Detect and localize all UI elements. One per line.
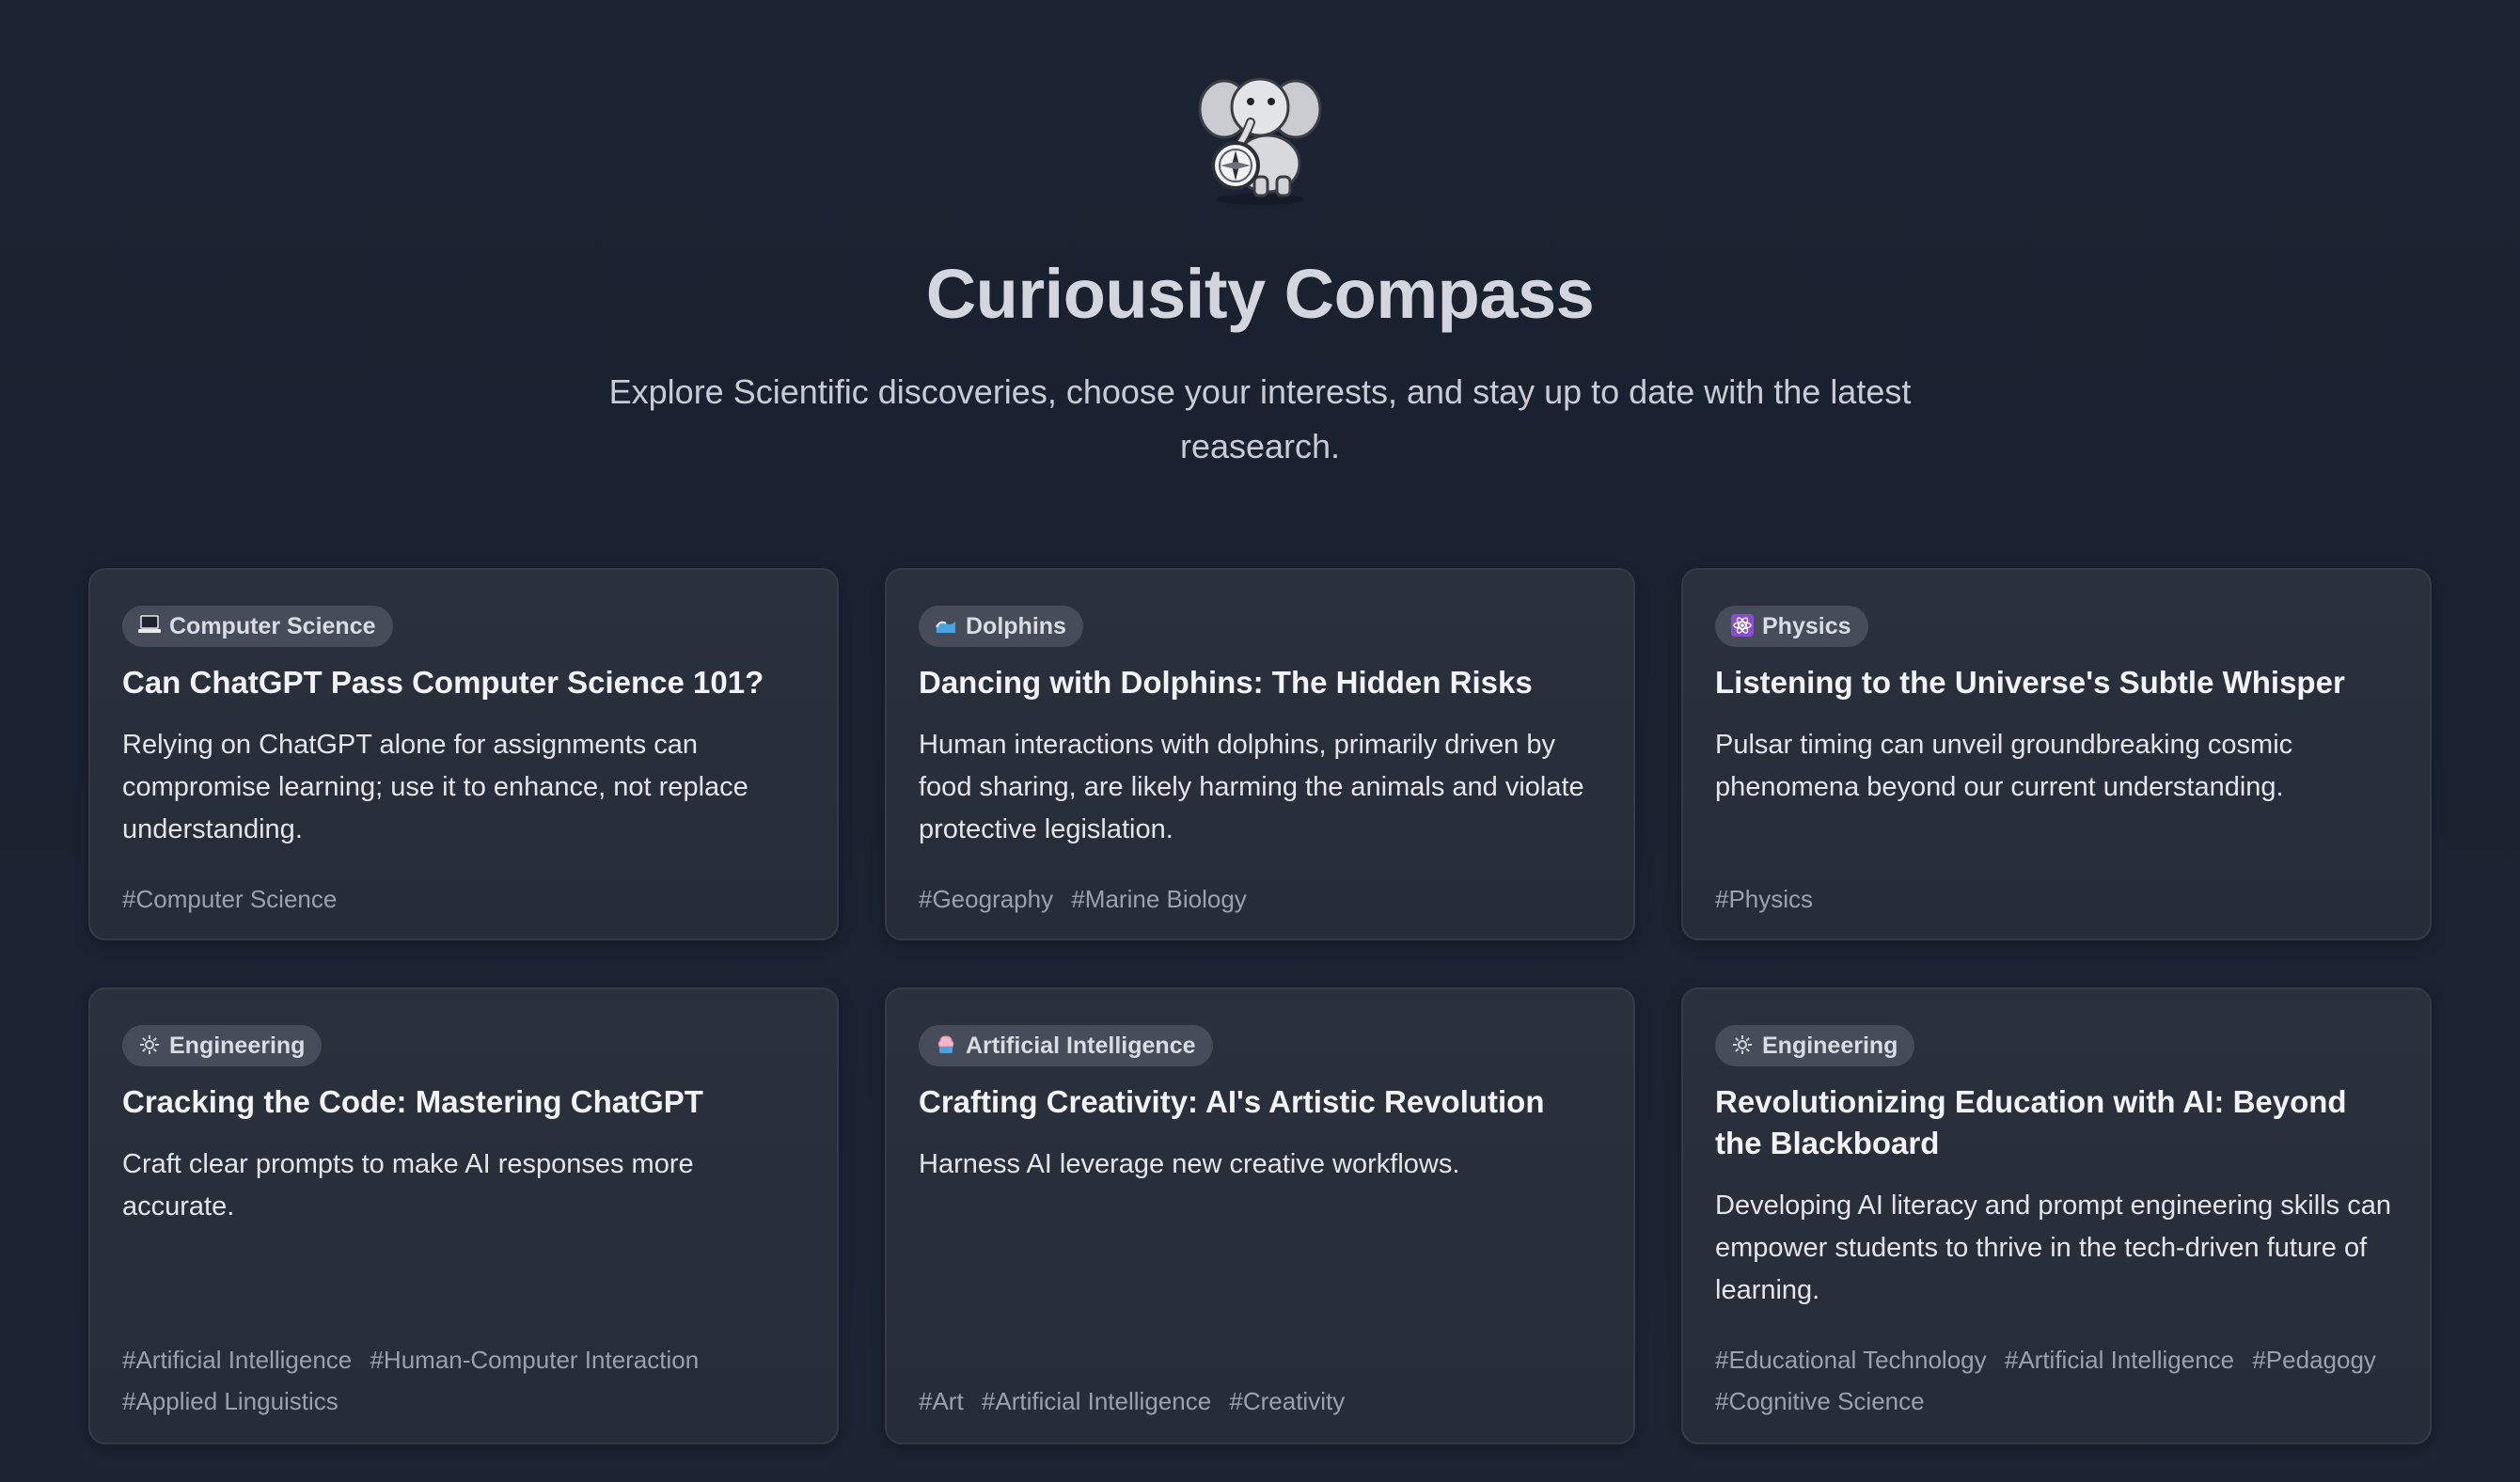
category-badge[interactable]: Physics [1715,606,1868,647]
tag[interactable]: #Applied Linguistics [122,1387,339,1415]
category-badge[interactable]: Dolphins [919,606,1083,647]
tag[interactable]: #Artificial Intelligence [982,1387,1211,1415]
card-title[interactable]: Dancing with Dolphins: The Hidden Risks [919,662,1605,703]
card-title[interactable]: Revolutionizing Education with AI: Beyon… [1715,1081,2402,1164]
card-title[interactable]: Can ChatGPT Pass Computer Science 101? [122,662,809,703]
card-description: Harness AI leverage new creative workflo… [919,1149,1460,1179]
laptop-icon [137,614,162,639]
gear-icon [1730,1033,1755,1058]
card-description: Human interactions with dolphins, primar… [919,730,1584,844]
page-title: Curiousity Compass [925,255,1595,333]
article-card[interactable]: Artificial Intelligence Crafting Creativ… [885,987,1635,1444]
wave-icon [934,614,958,639]
tag-list: #Artificial Intelligence #Human-Computer… [122,1339,809,1422]
tag[interactable]: #Art [919,1387,964,1415]
elephant-compass-icon [1185,60,1335,211]
card-description: Pulsar timing can unveil groundbreaking … [1715,730,2293,802]
category-label: Artificial Intelligence [966,1032,1196,1059]
article-card[interactable]: Dolphins Dancing with Dolphins: The Hidd… [885,568,1635,940]
tag-list: #Art #Artificial Intelligence #Creativit… [919,1380,1605,1422]
tag[interactable]: #Cognitive Science [1715,1387,1925,1415]
page-subtitle: Explore Scientific discoveries, choose y… [608,372,1912,465]
card-title[interactable]: Crafting Creativity: AI's Artistic Revol… [919,1081,1605,1123]
tag[interactable]: #Marine Biology [1071,885,1246,913]
tag[interactable]: #Physics [1715,885,1813,913]
article-card[interactable]: Engineering Cracking the Code: Mastering… [88,987,839,1444]
tag[interactable]: #Educational Technology [1715,1346,1987,1374]
tag[interactable]: #Geography [919,885,1053,913]
category-badge[interactable]: Engineering [1715,1025,1915,1066]
card-title[interactable]: Listening to the Universe's Subtle Whisp… [1715,662,2402,703]
category-label: Engineering [169,1032,306,1059]
gear-icon [137,1033,162,1058]
category-label: Computer Science [169,612,376,639]
tag[interactable]: #Pedagogy [2252,1346,2376,1374]
tag[interactable]: #Creativity [1229,1387,1345,1415]
card-description: Craft clear prompts to make AI responses… [122,1149,694,1222]
article-card[interactable]: Physics Listening to the Universe's Subt… [1681,568,2432,940]
article-card[interactable]: Computer Science Can ChatGPT Pass Comput… [88,568,839,940]
card-description: Relying on ChatGPT alone for assignments… [122,730,748,844]
card-title[interactable]: Cracking the Code: Mastering ChatGPT [122,1081,809,1123]
tag-list: #Geography #Marine Biology [919,878,1605,920]
tag[interactable]: #Human-Computer Interaction [370,1346,699,1374]
category-badge[interactable]: Computer Science [122,606,393,647]
category-badge[interactable]: Artificial Intelligence [919,1025,1213,1066]
tag-list: #Physics [1715,878,2402,920]
tag[interactable]: #Artificial Intelligence [122,1346,352,1374]
category-label: Physics [1762,612,1851,639]
category-label: Engineering [1762,1032,1898,1059]
article-card[interactable]: Engineering Revolutionizing Education wi… [1681,987,2432,1444]
tag[interactable]: #Computer Science [122,885,337,913]
category-badge[interactable]: Engineering [122,1025,323,1066]
brain-icon [934,1033,958,1058]
tag-list: #Computer Science [122,878,809,920]
category-label: Dolphins [966,612,1066,639]
tag[interactable]: #Artificial Intelligence [2005,1346,2234,1374]
card-description: Developing AI literacy and prompt engine… [1715,1190,2391,1305]
atom-icon [1730,614,1755,639]
tag-list: #Educational Technology #Artificial Inte… [1715,1339,2402,1422]
